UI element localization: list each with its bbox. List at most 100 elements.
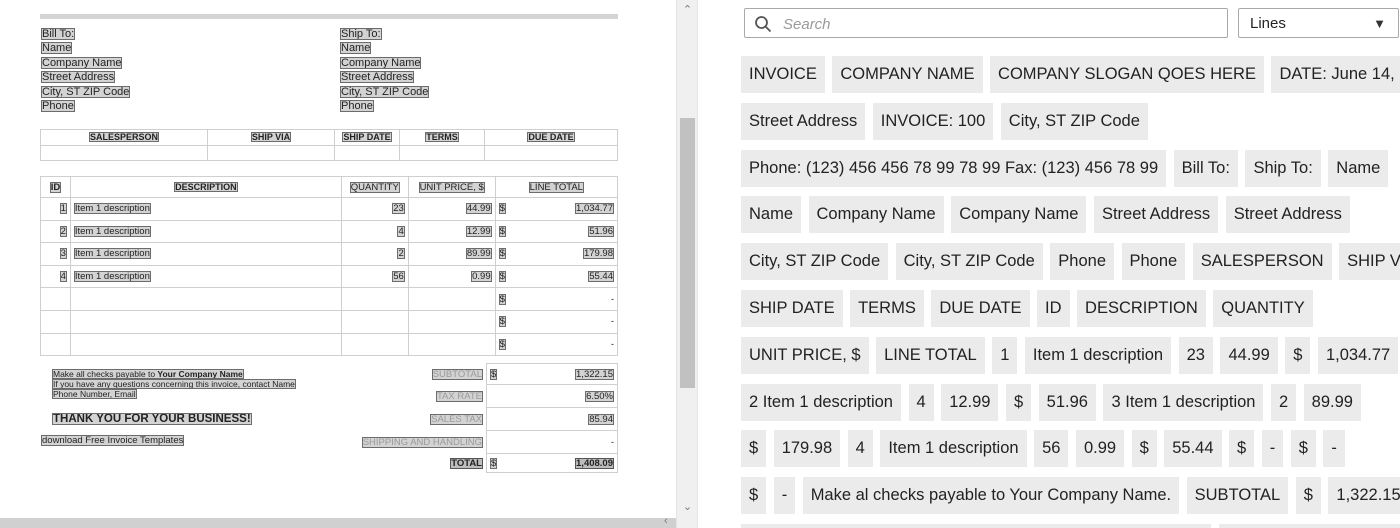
text-line-chip[interactable]: COMPANY NAME [832,56,983,93]
text-line-chip[interactable]: 12.99 [941,383,999,421]
notes-line2: If you have any questions concerning thi… [52,379,296,389]
text-line-chip[interactable]: INVOICE: 100 [872,102,994,140]
text-line-chip[interactable]: $ [1285,336,1311,374]
vertical-scrollbar[interactable]: ⌃ ⌄ [676,0,697,528]
download-templates-link[interactable]: download Free Invoice Templates [41,435,185,446]
table-row: $ - [40,309,618,334]
text-line-chip[interactable]: City, ST ZIP Code [741,243,889,281]
text-line-chip[interactable]: Make al checks payable to Your Company N… [802,477,1180,515]
text-line-chip[interactable]: 51.96 [1038,383,1096,421]
chip-row: Street Address INVOICE: 100 City, ST ZIP C… [741,102,1400,150]
search-box[interactable] [744,8,1228,38]
text-line-chip[interactable]: SALESPERSON [1192,243,1332,281]
order-info-table: SALESPERSON SHIP VIA SHIP DATE TERMS DUE… [40,129,618,161]
thank-you-text: THANK YOU FOR YOUR BUSINESS! [52,413,252,425]
text-line-chip[interactable]: Phone: (123) 456 456 78 99 78 99 Fax: (1… [741,149,1167,187]
text-line-chip[interactable]: Company Name [808,196,944,234]
text-line-chip[interactable]: Street Address [1093,196,1219,234]
item-unit-price: 0.99 [471,271,492,283]
text-line-chip[interactable]: Ship To: [1245,149,1321,187]
text-line-chip[interactable]: 55.44 [1164,430,1222,468]
text-line-chip[interactable]: $ [741,430,767,468]
text-line-chip[interactable]: 179.98 [773,430,841,468]
text-line-chip[interactable]: Item 1 description [1024,336,1172,374]
text-line-chip[interactable]: 44.99 [1220,336,1278,374]
horizontal-scrollbar[interactable]: ‹ [0,515,676,528]
sales-tax-value: 85.94 [588,413,614,425]
text-line-chip[interactable]: UNIT PRICE, $ [741,336,869,374]
text-line-chip[interactable]: $ [1290,430,1316,468]
notes-company-name: Your Company Name [157,369,243,379]
tax-rate-value: 6.50% [585,390,614,402]
item-total: 1,034.77 [575,203,614,215]
text-line-chip[interactable]: Bill To: [1173,149,1238,187]
text-line-chip[interactable]: SHIP VIA [1339,243,1400,281]
search-input[interactable] [781,13,1225,35]
text-line-chip[interactable]: Name [741,196,802,234]
table-row: 3 Item 1 description 2 89.99 $ 179.98 [40,242,618,266]
ship-to-company: Company Name [340,56,422,69]
text-line-chip[interactable]: $ [741,477,767,515]
text-line-chip[interactable]: $ [1131,430,1157,468]
text-line-chip[interactable]: City, ST ZIP Code [1000,102,1148,140]
text-line-chip[interactable]: SUBTOTAL [1186,477,1289,515]
text-line-chip[interactable]: SHIP DATE [741,289,843,327]
text-line-chip[interactable]: LINE TOTAL [876,336,985,374]
text-line-chip[interactable]: $ [1295,477,1321,515]
text-line-chip[interactable] [741,523,1211,528]
text-line-chip[interactable]: Phone [1050,243,1114,281]
text-line-chip[interactable]: INVOICE [741,56,825,93]
text-line-chip[interactable]: $ [1005,383,1032,421]
text-line-chip[interactable]: 0.99 [1075,430,1125,468]
mode-select[interactable]: Lines ▼ [1238,8,1399,38]
table-row: 4 Item 1 description 56 0.99 $ 55.44 [40,264,618,289]
text-line-chip[interactable]: 4 [847,430,873,468]
pane-divider[interactable] [697,0,714,528]
text-line-chip[interactable]: COMPANY SLOGAN QOES HERE [990,56,1264,93]
text-line-chip[interactable]: 2 Item 1 description [741,383,901,421]
text-line-chip[interactable]: 4 [908,383,934,421]
text-line-chip[interactable]: Name [1328,149,1389,187]
text-line-chip[interactable]: - [1261,430,1284,468]
text-line-chip[interactable]: City, ST ZIP Code [895,243,1043,281]
text-line-chip[interactable]: DESCRIPTION [1077,289,1206,327]
text-line-chip[interactable]: - [773,477,796,515]
notes-line3: Phone Number, Email [52,389,137,399]
text-line-chip[interactable]: - [1323,430,1345,468]
item-quantity: 23 [392,203,405,215]
text-line-chip[interactable]: TERMS [850,289,924,327]
text-line-chip[interactable]: DUE DATE [931,289,1030,327]
col-unit-price: UNIT PRICE, $ [418,181,485,193]
text-line-chip[interactable]: ID [1037,289,1070,327]
text-line-chip[interactable]: 1 [992,336,1018,374]
text-line-chip[interactable]: 1,322.15 [1328,477,1400,515]
text-line-chip[interactable]: 56 [1034,430,1069,468]
bill-to-phone: Phone [41,100,75,113]
text-line-chip[interactable]: QUANTITY [1213,289,1313,327]
scrollbar-thumb[interactable] [680,118,695,388]
text-line-chip[interactable]: 89.99 [1303,383,1361,421]
scroll-left-icon[interactable]: ‹ [664,515,668,527]
text-line-chip[interactable]: 1,034.77 [1317,336,1399,374]
chip-row: City, ST ZIP Code City, ST ZIP Code Phone P… [741,243,1400,290]
text-line-chip[interactable]: Street Address [741,102,866,140]
item-quantity: 4 [397,225,405,237]
text-line-chip[interactable]: $ [1229,430,1255,468]
scroll-up-icon[interactable]: ⌃ [677,3,697,16]
text-line-chip[interactable]: Company Name [951,196,1087,234]
text-line-chip[interactable]: DATE: June 14, 2018 [1271,56,1400,93]
text-line-chip[interactable]: 23 [1178,336,1213,374]
bill-to-company: Company Name [41,56,123,69]
document-viewer: Bill To: Name Company Name Street Addres… [0,0,697,528]
text-line-chip[interactable]: 3 Item 1 description [1103,383,1264,421]
text-line-chip[interactable]: 2 [1270,383,1297,421]
ship-to-heading: Ship To: [340,28,382,40]
chip-row [741,523,1400,528]
ship-to-block: Ship To: Name Company Name Street Addres… [340,27,430,113]
text-line-chip[interactable] [1218,523,1400,528]
table-row: 1 Item 1 description 23 44.99 $ 1,034.77 [40,197,618,221]
text-line-chip[interactable]: Item 1 description [880,430,1027,468]
scroll-down-icon[interactable]: ⌄ [677,500,697,513]
text-line-chip[interactable]: Phone [1121,243,1186,281]
text-line-chip[interactable]: Street Address [1225,196,1350,234]
